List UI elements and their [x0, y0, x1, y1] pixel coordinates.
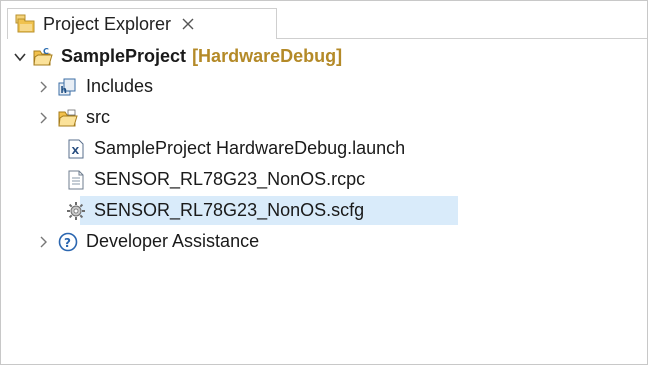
project-explorer-view: Project Explorer C SampleProject [Hardwa…: [0, 0, 648, 365]
help-icon: ?: [58, 232, 78, 252]
tree-item-scfg-file[interactable]: SENSOR_RL78G23_NonOS.scfg: [58, 195, 458, 226]
chevron-right-icon[interactable]: [36, 80, 50, 94]
chevron-right-icon[interactable]: [36, 111, 50, 125]
project-explorer-icon: [15, 14, 37, 34]
view-tab-strip: Project Explorer: [1, 1, 647, 39]
chevron-right-icon[interactable]: [36, 235, 50, 249]
tab-label: Project Explorer: [43, 13, 172, 34]
tree-item-rcpc-file[interactable]: SENSOR_RL78G23_NonOS.rcpc: [58, 164, 365, 195]
chevron-down-icon[interactable]: [13, 50, 27, 64]
project-name: SampleProject: [61, 46, 187, 66]
tree-item-label: Developer Assistance: [86, 231, 260, 251]
text-file-icon: [66, 170, 86, 190]
tree-item-developer-assistance[interactable]: ? Developer Assistance: [36, 226, 259, 257]
tab-project-explorer[interactable]: Project Explorer: [7, 8, 277, 39]
tree-item-label: Includes: [86, 76, 154, 96]
close-icon[interactable]: [179, 15, 197, 33]
svg-text:?: ?: [64, 236, 71, 250]
launch-file-icon: X: [66, 139, 86, 159]
source-folder-icon: [58, 108, 78, 128]
tree-item-launch-file[interactable]: X SampleProject HardwareDebug.launch: [58, 133, 405, 164]
tree-item-includes[interactable]: h Includes: [36, 71, 153, 102]
svg-text:X: X: [72, 146, 80, 157]
svg-text:h: h: [61, 86, 67, 96]
c-project-folder-icon: C: [33, 47, 53, 67]
tree-item-label: SENSOR_RL78G23_NonOS.rcpc: [94, 169, 366, 189]
svg-text:C: C: [43, 47, 49, 56]
tree-item-label: SampleProject HardwareDebug.launch: [94, 138, 406, 158]
tree-item-project[interactable]: C SampleProject [HardwareDebug]: [13, 41, 342, 72]
tree-item-src[interactable]: src: [36, 102, 110, 133]
includes-icon: h: [58, 77, 78, 97]
tree-item-label: src: [86, 107, 110, 127]
tree-item-label: SENSOR_RL78G23_NonOS.scfg: [94, 200, 365, 220]
gear-file-icon: [66, 201, 86, 221]
build-configuration-decoration: [HardwareDebug]: [192, 46, 343, 66]
